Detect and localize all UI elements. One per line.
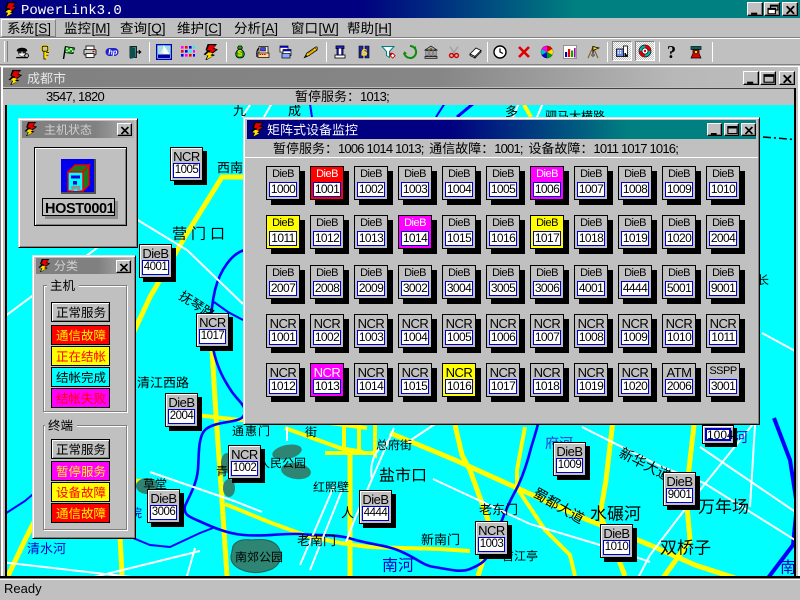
svg-text:?: ? [667,44,676,60]
svg-text:hp: hp [108,48,118,57]
svg-text:S: S [362,48,368,58]
svg-text:$: $ [238,49,243,58]
